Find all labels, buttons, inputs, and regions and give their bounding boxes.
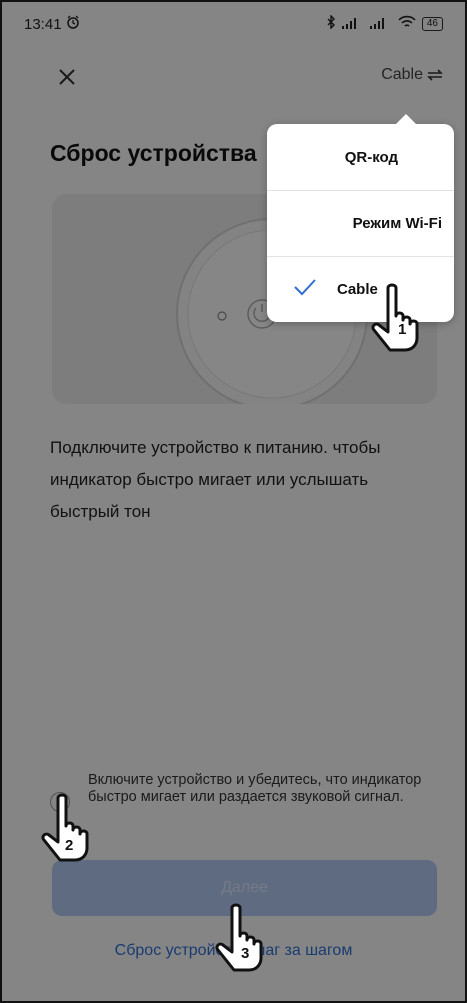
- pointer-hand-icon: 2: [38, 792, 98, 867]
- step-number-2: 2: [65, 837, 73, 854]
- menu-item-wifi[interactable]: Режим Wi-Fi: [267, 190, 454, 256]
- step-number-3: 3: [241, 945, 249, 962]
- menu-item-qr[interactable]: QR-код: [267, 124, 454, 190]
- app-screen: 13:41 46 Cable Сброс устройства Подключи…: [0, 0, 467, 1003]
- menu-item-label: Режим Wi-Fi: [352, 215, 442, 232]
- step-number-1: 1: [398, 321, 406, 338]
- pointer-hand-icon: 1: [368, 282, 428, 357]
- checkmark-icon: [294, 279, 316, 296]
- pointer-hand-icon: 3: [212, 902, 272, 977]
- menu-item-label: QR-код: [344, 148, 398, 166]
